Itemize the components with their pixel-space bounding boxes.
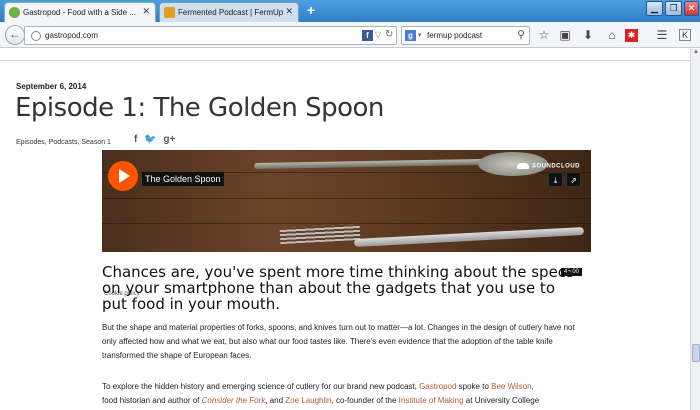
tab-gastropod[interactable]: Gastropod - Food with a Side ... ✕ (4, 2, 156, 22)
consider-the-fork-link[interactable]: Consider the Fork (202, 396, 266, 405)
vertical-scrollbar[interactable]: ▲ (690, 49, 700, 410)
home-icon[interactable]: ⌂ (604, 27, 620, 43)
zoe-laughlin-link[interactable]: Zoe Laughlin (285, 396, 331, 405)
twitter-icon[interactable]: 🐦 (144, 134, 156, 145)
google-search-engine-icon[interactable]: g (405, 30, 416, 41)
url-bar[interactable]: gastropod.com f ▽ ↻ (24, 26, 397, 45)
extension-icon[interactable]: ✱ (625, 29, 638, 42)
facebook-icon[interactable]: f (134, 134, 137, 145)
maximize-button[interactable]: ❐ (665, 1, 682, 16)
post-date: September 6, 2014 (16, 82, 87, 91)
tab-label: Gastropod - Food with a Side ... (23, 8, 136, 17)
search-bar[interactable]: g ▾ fermup podcast ⚲ (401, 26, 530, 45)
cloud-icon (517, 163, 529, 169)
soundcloud-logo[interactable]: SOUNDCLOUD (517, 163, 580, 170)
menu-icon[interactable]: ☰ (654, 27, 670, 43)
post-title: Episode 1: The Golden Spoon (15, 93, 384, 123)
scroll-up-icon[interactable]: ▲ (692, 49, 700, 58)
page-content: September 6, 2014 Episode 1: The Golden … (0, 49, 690, 410)
search-icon[interactable]: ⚲ (517, 28, 525, 41)
fermup-favicon-icon (164, 7, 175, 18)
globe-icon (31, 31, 41, 41)
share-button[interactable]: ⇗ (566, 172, 581, 187)
spoon-image (253, 158, 485, 170)
fork-image (353, 226, 585, 248)
facebook-extension-icon[interactable]: f (362, 30, 373, 41)
bee-wilson-link[interactable]: Bee Wilson (491, 382, 531, 391)
reload-icon[interactable]: ↻ (385, 29, 393, 40)
tab-label: Fermented Podcast | FermUp (178, 8, 284, 17)
category-link-season-1[interactable]: Season 1 (81, 139, 111, 146)
scrollbar-thumb[interactable] (692, 344, 700, 362)
gastropod-link[interactable]: Gastropod (419, 382, 456, 391)
close-window-button[interactable]: ✕ (684, 1, 699, 16)
gastropod-favicon-icon (9, 7, 20, 18)
navigation-bar: ← gastropod.com f ▽ ↻ g ▾ fermup podcast… (0, 22, 700, 48)
article-paragraph-2: To explore the hidden history and emergi… (102, 382, 540, 405)
search-query[interactable]: fermup podcast (427, 31, 482, 40)
category-link-episodes[interactable]: Episodes (16, 139, 45, 146)
institute-of-making-link[interactable]: Institute of Making (399, 396, 464, 405)
back-button[interactable]: ← (5, 25, 25, 45)
new-tab-button[interactable]: + (303, 3, 319, 19)
share-icons: f 🐦 g+ (134, 134, 179, 145)
download-button[interactable]: ⤓ (548, 172, 563, 187)
close-tab-icon[interactable]: ✕ (285, 6, 293, 17)
sidebar-toggle-icon[interactable]: K (679, 29, 691, 41)
engine-dropdown-icon[interactable]: ▾ (418, 31, 422, 39)
title-bar: Gastropod - Food with a Side ... ✕ Ferme… (0, 0, 700, 22)
minimize-button[interactable]: ▁ (646, 1, 663, 16)
article-paragraph-1: But the shape and material properties of… (102, 323, 575, 360)
url-text[interactable]: gastropod.com (45, 31, 98, 40)
download-icon[interactable]: ⬇ (580, 27, 596, 43)
clipboard-icon[interactable]: ▣ (557, 27, 573, 43)
tab-fermup[interactable]: Fermented Podcast | FermUp ✕ (159, 2, 299, 22)
post-categories: Episodes, Podcasts, Season 1 (16, 139, 111, 146)
bookmark-star-icon[interactable]: ☆ (536, 27, 552, 43)
header-divider (0, 60, 690, 61)
google-plus-icon[interactable]: g+ (163, 134, 175, 145)
fork-tines-image (279, 223, 361, 245)
article-headline: Chances are, you've spent more time thin… (102, 263, 574, 313)
track-title[interactable]: The Golden Spoon (142, 172, 224, 186)
play-button[interactable] (108, 161, 138, 191)
category-link-podcasts[interactable]: Podcasts (49, 139, 78, 146)
close-tab-icon[interactable]: ✕ (142, 6, 150, 17)
dropdown-arrow-icon[interactable]: ▽ (375, 30, 381, 39)
